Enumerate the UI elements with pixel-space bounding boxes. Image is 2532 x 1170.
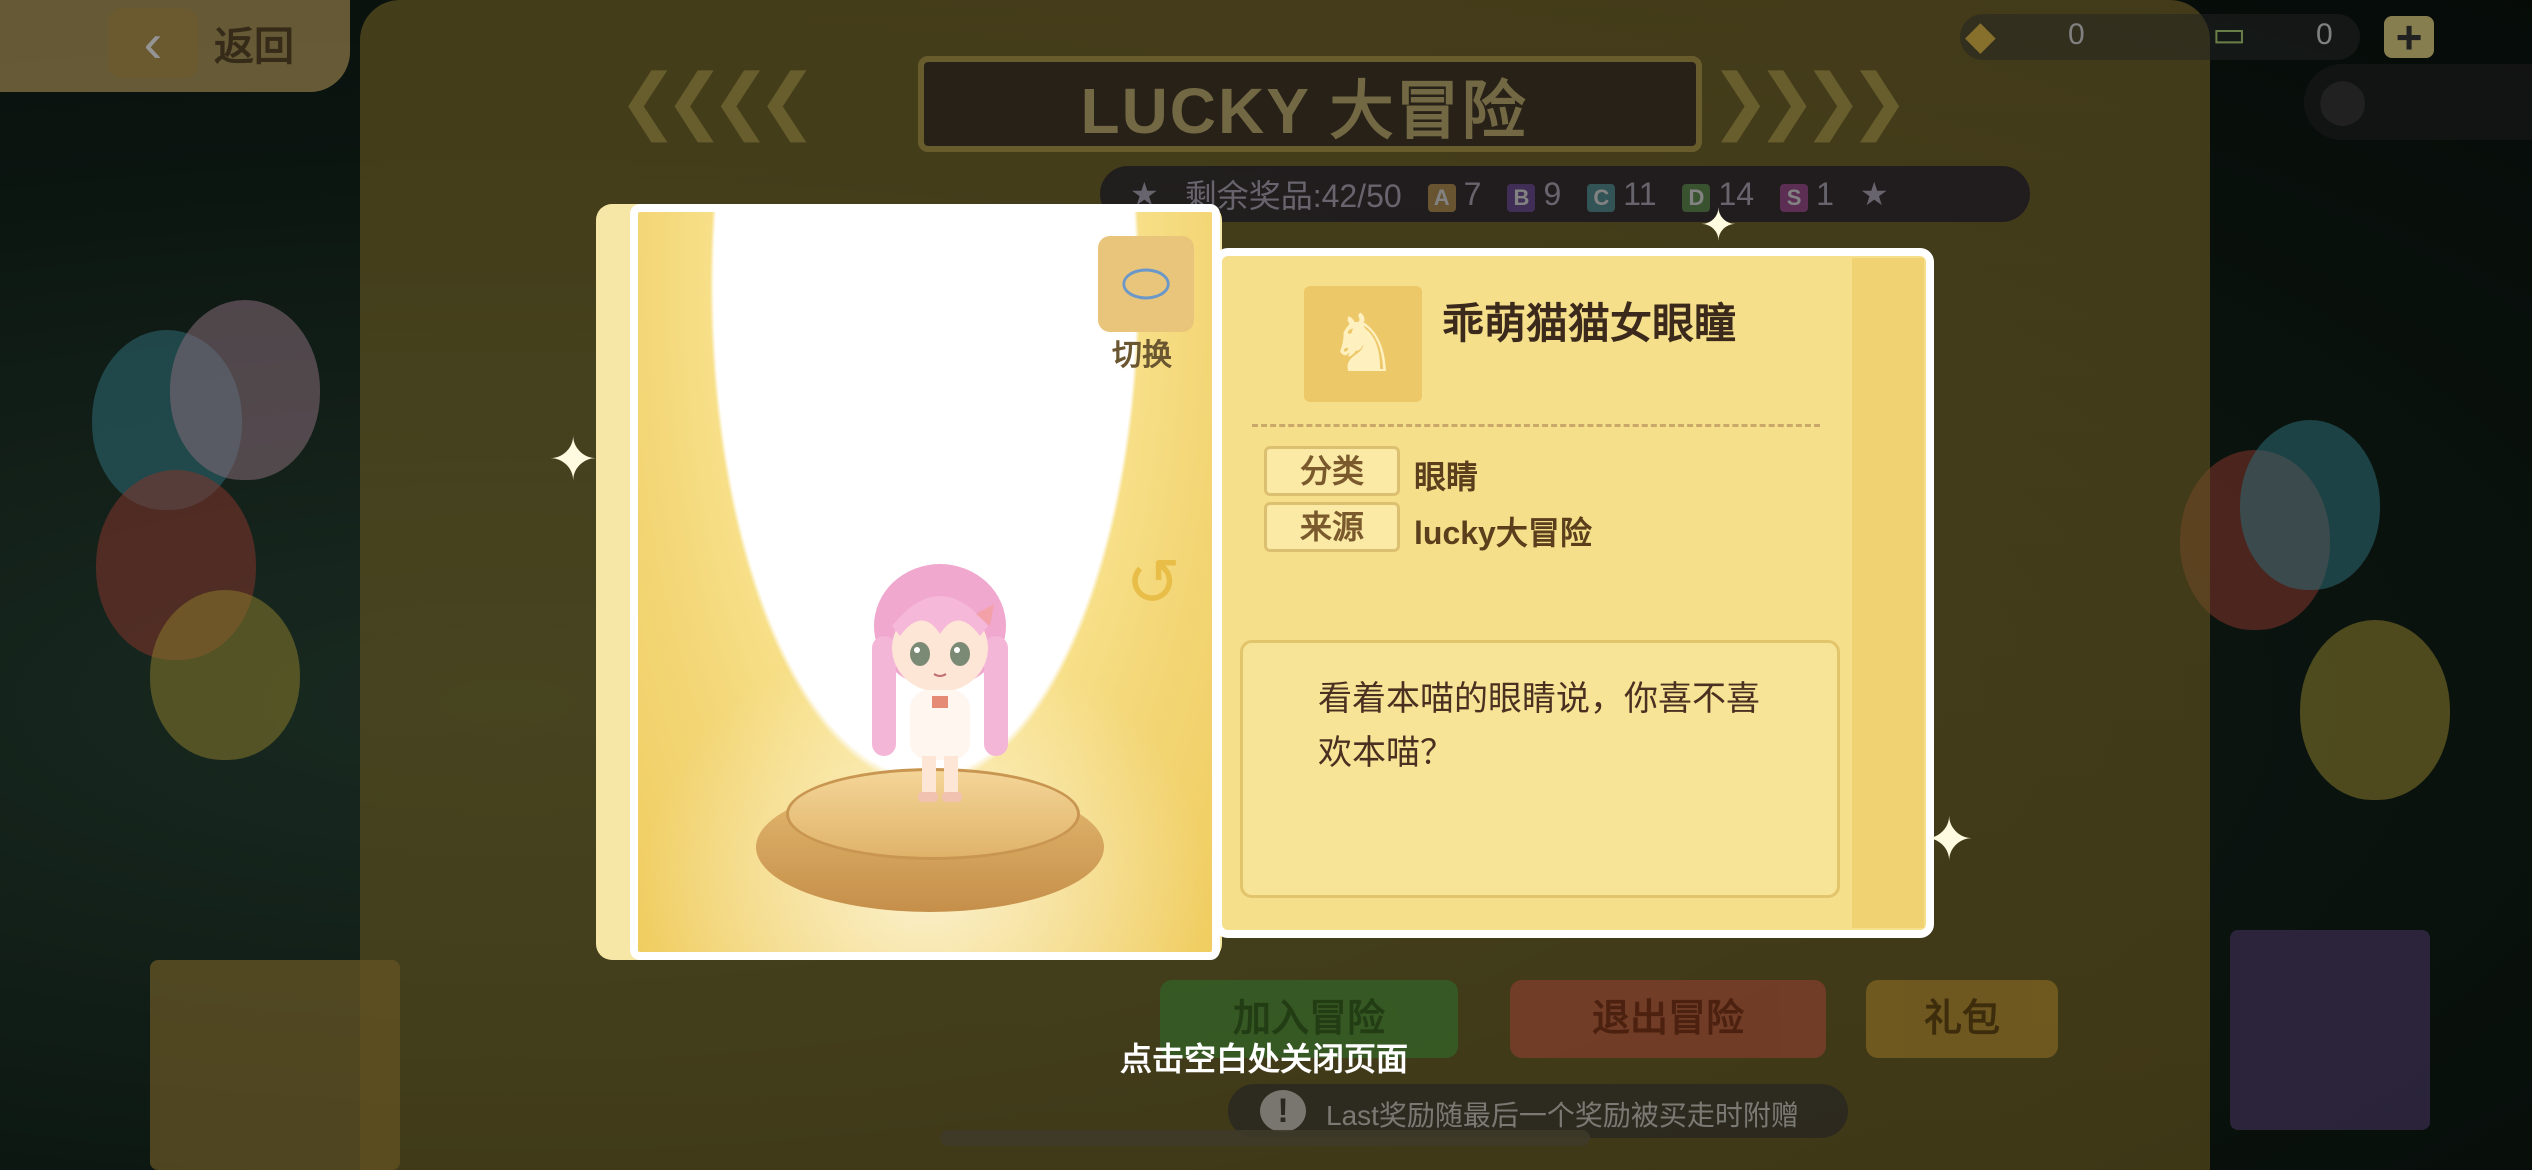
- mirror-icon: ⬭: [1121, 251, 1171, 316]
- rotate-icon[interactable]: ↺: [1120, 546, 1186, 618]
- item-name: 乖萌猫猫女眼瞳: [1442, 300, 1737, 347]
- avatar-character: [872, 564, 1008, 802]
- item-thumbnail-icon: ♞: [1304, 286, 1422, 402]
- switch-view-label[interactable]: 切换: [1112, 330, 1172, 374]
- divider: [1252, 424, 1820, 427]
- sparkle-icon: ✦: [1700, 201, 1737, 250]
- item-description: 看着本喵的眼睛说，你喜不喜欢本喵？: [1318, 680, 1760, 772]
- panel-decoration: [1852, 258, 1924, 928]
- switch-view-button[interactable]: ⬭: [1098, 236, 1194, 332]
- sparkle-icon: ✦: [1924, 806, 1975, 873]
- source-value: lucky大冒险: [1414, 515, 1592, 551]
- close-hint: 点击空白处关闭页面: [1120, 1041, 1409, 1077]
- category-value: 眼睛: [1414, 459, 1479, 495]
- sparkle-icon: ✦: [548, 426, 599, 493]
- source-tag: 来源: [1264, 502, 1400, 552]
- category-tag: 分类: [1264, 446, 1400, 496]
